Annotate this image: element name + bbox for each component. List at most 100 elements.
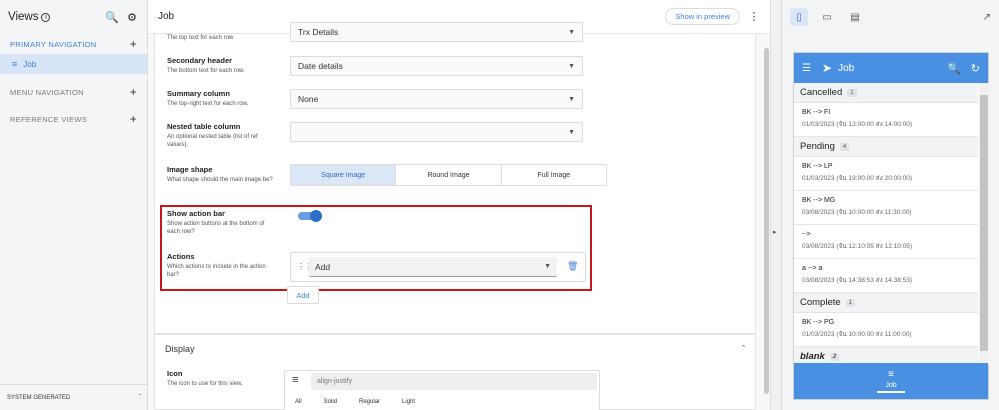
item-title: BK --> LP [802,163,833,170]
group-count: 2 [829,352,840,361]
add-icon[interactable]: + [130,85,137,99]
chevron-down-icon: ▼ [568,95,575,103]
tab-regular[interactable]: Regular [359,399,380,405]
align-justify-icon[interactable]: ≡ [888,369,894,380]
tab-light[interactable]: Light [402,399,415,405]
phone-preview: ☰ ➤ Job 🔍 ↻ Cancelled 1 BK --> FI 01/03/… [793,52,989,400]
add-action-button[interactable]: Add [287,286,319,304]
group-header: Pending 4 [794,137,978,157]
item-title: BK --> MG [802,197,836,204]
preview-scrollbar[interactable] [979,83,989,365]
search-icon[interactable]: 🔍 [105,11,119,24]
field-description: The top text for each row [167,35,234,41]
group-name: Pending [800,141,835,152]
show-in-preview-button[interactable]: Show in preview [665,8,740,25]
open-external-icon[interactable]: ↗ [983,12,991,23]
section-reference-views[interactable]: REFERENCE VIEWS + [0,109,147,129]
nested-table-select[interactable]: ▼ [290,122,583,142]
scrollbar-thumb[interactable] [980,95,988,351]
chevron-right-icon[interactable]: ▸ [773,228,777,236]
sidebar-item-label: Job [23,59,37,69]
section-title: Display [165,344,195,354]
select-value: Trx Details [298,27,339,37]
sidebar-item-job[interactable]: ≡ Job [0,54,147,74]
primary-header-select[interactable]: Trx Details ▼ [290,22,583,42]
add-icon[interactable]: + [130,112,137,126]
round-image-option[interactable]: Round Image [395,165,500,185]
list-item[interactable]: a --> a 03/08/2023 (จัน 14:38:53 ส่ง 14:… [794,259,978,293]
item-title: BK --> PG [802,319,835,326]
scrollbar-thumb[interactable] [764,48,769,394]
system-generated-section[interactable]: SYSTEM GENERATED ˆ [0,384,148,410]
list-item[interactable]: BK --> PG 01/03/2023 (จัน 10:00:00 ส่ง 1… [794,313,978,347]
menu-icon[interactable]: ☰ [802,63,816,74]
group-header: Cancelled 1 [794,83,978,103]
mobile-icon[interactable]: ▯ [790,8,808,26]
icon-search-input[interactable]: align-justify [311,373,597,390]
item-title: BK --> FI [802,109,831,116]
section-label: SYSTEM GENERATED [7,394,71,401]
display-header[interactable]: Display ˆ [155,335,755,363]
list-item[interactable]: BK --> MG 03/08/2023 (จัน 10:00:00 ส่ง 1… [794,191,978,225]
summary-column-select[interactable]: None ▼ [290,89,583,109]
list-item[interactable]: BK --> LP 01/03/2023 (จัน 19:00:00 ส่ง 2… [794,157,978,191]
more-vert-icon[interactable]: ⋮ [748,10,760,23]
display-section: Display ˆ Icon The icon to use for this … [154,334,756,410]
gear-icon[interactable]: ⚙ [125,11,139,24]
group-name: blank [800,351,825,362]
align-justify-icon: ≡ [12,59,18,69]
full-image-option[interactable]: Full Image [500,165,606,185]
square-image-option[interactable]: Square Image [291,165,396,185]
field-title: Icon [167,369,183,378]
app-bar: ☰ ➤ Job 🔍 ↻ [794,53,988,83]
section-menu-navigation[interactable]: MENU NAVIGATION + [0,82,147,102]
secondary-header-select[interactable]: Date details ▼ [290,56,583,76]
rocket-icon: ➤ [822,61,833,75]
preview-toolbar: ▯ ▭ ▤ ↗ [782,0,999,34]
select-value: None [298,94,319,104]
field-description: The bottom text for each row. [167,68,245,74]
view-editor: Job Show in preview ⋮ The top text for e… [148,0,770,410]
panel-divider[interactable]: ▸ [770,0,782,410]
item-detail: 01/03/2023 (จัน 10:00:00 ส่ง 11:00:00) [802,331,912,338]
nested-table-label: Nested table column An optional nested t… [167,122,279,149]
tablet-icon[interactable]: ▭ [818,8,836,26]
summary-column-label: Summary column The top-right text for ea… [167,89,279,108]
section-label: MENU NAVIGATION [10,87,84,97]
image-shape-label: Image shape What shape should the main i… [167,165,279,184]
views-sidebar: Views i 🔍 ⚙ PRIMARY NAVIGATION + ≡ Job M… [0,0,148,410]
field-description: The top-right text for each row. [167,101,249,107]
tab-solid[interactable]: Solid [324,399,337,405]
nav-tab-job[interactable]: Job [877,382,905,393]
chevron-down-icon: ▼ [568,28,575,36]
editor-scrollbar[interactable] [764,34,769,410]
list-item[interactable]: BK --> FI 01/03/2023 (จัน 13:00:00 ส่ง 1… [794,103,978,137]
icon-label: Icon The icon to use for this view. [167,369,279,388]
search-icon[interactable]: 🔍 [947,62,961,75]
align-justify-icon: ≡ [292,374,299,386]
tab-all[interactable]: All [295,399,302,405]
section-primary-navigation[interactable]: PRIMARY NAVIGATION + [0,34,147,54]
group-count: 4 [839,142,850,151]
info-icon[interactable]: i [41,12,51,22]
list-item[interactable]: --> 03/08/2023 (จัน 12:10:05 ส่ง 12:10:0… [794,225,978,259]
field-title: Secondary header [167,56,233,65]
field-description: What shape should the main image be? [167,177,273,183]
chevron-up-icon[interactable]: ˆ [139,395,141,401]
section-label: REFERENCE VIEWS [10,114,88,124]
page-title: Job [158,11,175,22]
desktop-icon[interactable]: ▤ [846,8,864,26]
sidebar-header: Views i 🔍 ⚙ [0,0,147,34]
refresh-icon[interactable]: ↻ [971,62,980,75]
preview-pane: ▯ ▭ ▤ ↗ ☰ ➤ Job 🔍 ↻ Cancelled 1 BK --> F… [782,0,999,410]
chevron-up-icon[interactable]: ˆ [742,344,745,354]
add-icon[interactable]: + [130,37,137,51]
item-detail: 03/08/2023 (จัน 14:38:53 ส่ง 14:38:53) [802,277,913,284]
bottom-nav: ≡ Job [794,363,988,399]
highlight-box [160,205,592,291]
group-count: 1 [845,298,856,307]
chevron-down-icon: ▼ [568,62,575,70]
select-value: Date details [298,61,343,71]
group-count: 1 [847,88,857,97]
sidebar-title-text: Views [8,11,39,23]
